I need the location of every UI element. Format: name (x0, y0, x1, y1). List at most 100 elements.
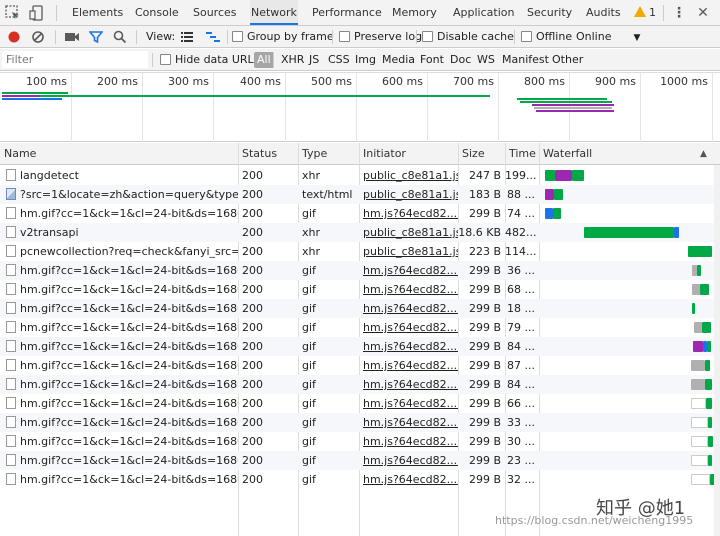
tab-application[interactable]: Application (452, 0, 515, 25)
tab-network[interactable]: Network (250, 0, 298, 25)
cell-initiator[interactable]: hm.js?64ecd82...:21 (359, 356, 458, 375)
table-row[interactable]: hm.gif?cc=1&ck=1&cl=24-bit&ds=1680x1... 2… (0, 280, 720, 299)
cell-initiator[interactable]: hm.js?64ecd82...:21 (359, 204, 458, 223)
table-row[interactable]: hm.gif?cc=1&ck=1&cl=24-bit&ds=1680x1... 2… (0, 394, 720, 413)
filter-icon[interactable] (88, 30, 104, 46)
offline-checkbox[interactable]: Offline (521, 29, 572, 45)
cell-initiator[interactable]: public_c8e81a1.js... (359, 223, 458, 242)
tab-audits[interactable]: Audits (585, 0, 622, 25)
column-header-waterfall[interactable]: Waterfall (539, 143, 714, 165)
waterfall-view-icon[interactable] (205, 30, 221, 46)
tab-elements[interactable]: Elements (71, 0, 124, 25)
overview-time-label: 200 ms (97, 75, 138, 88)
preserve-log-checkbox[interactable]: Preserve log (339, 29, 422, 45)
filter-type-ws[interactable]: WS (477, 52, 495, 68)
table-row[interactable]: langdetect 200 xhr public_c8e81a1.js... 247 … (0, 166, 720, 185)
document-file-icon (6, 169, 16, 181)
device-toolbar-icon[interactable] (28, 4, 46, 22)
cell-type: gif (302, 264, 316, 277)
table-row[interactable]: hm.gif?cc=1&ck=1&cl=24-bit&ds=1680x1... 2… (0, 261, 720, 280)
table-row[interactable]: hm.gif?cc=1&ck=1&cl=24-bit&ds=1680x1... 2… (0, 337, 720, 356)
record-icon[interactable] (7, 30, 21, 46)
cell-initiator[interactable]: hm.js?64ecd82...:21 (359, 470, 458, 489)
column-header-initiator[interactable]: Initiator (359, 143, 458, 165)
filter-type-js[interactable]: JS (309, 52, 319, 68)
throttling-select[interactable]: Online ▼ (576, 29, 640, 45)
tab-performance[interactable]: Performance (311, 0, 383, 25)
timeline-overview[interactable]: 100 ms 200 ms 300 ms 400 ms 500 ms 600 ms 700 … (0, 72, 720, 142)
screenshot-camera-icon[interactable] (64, 30, 80, 46)
cell-initiator[interactable]: hm.js?64ecd82...:21 (359, 318, 458, 337)
document-file-icon (6, 321, 16, 333)
column-header-name[interactable]: Name (0, 143, 238, 165)
clear-icon[interactable] (31, 30, 45, 46)
cell-initiator[interactable]: hm.js?64ecd82...:21 (359, 280, 458, 299)
table-row[interactable]: hm.gif?cc=1&ck=1&cl=24-bit&ds=1680x1... 2… (0, 432, 720, 451)
hide-data-urls-checkbox[interactable]: Hide data URLs (160, 52, 259, 68)
cell-initiator[interactable]: public_c8e81a1.js... (359, 185, 458, 204)
cell-initiator[interactable]: hm.js?64ecd82...:21 (359, 451, 458, 470)
inspect-element-icon[interactable] (4, 4, 22, 22)
filter-input[interactable] (2, 51, 148, 68)
tab-security[interactable]: Security (526, 0, 573, 25)
cell-status: 200 (242, 245, 263, 258)
table-row[interactable]: pcnewcollection?req=check&fanyi_src=hell… (0, 242, 720, 261)
filter-type-all[interactable]: All (254, 52, 274, 68)
tab-memory[interactable]: Memory (391, 0, 438, 25)
cell-size: 183 B (468, 188, 501, 201)
cell-initiator[interactable]: hm.js?64ecd82...:21 (359, 261, 458, 280)
table-row[interactable]: hm.gif?cc=1&ck=1&cl=24-bit&ds=1680x1... 2… (0, 413, 720, 432)
cell-status: 200 (242, 435, 263, 448)
close-icon[interactable]: ✕ (694, 4, 712, 22)
sort-ascending-icon[interactable]: ▲ (700, 143, 707, 165)
table-row[interactable]: hm.gif?cc=1&ck=1&cl=24-bit&ds=1680x1... 2… (0, 204, 720, 223)
cell-initiator[interactable]: hm.js?64ecd82...:21 (359, 394, 458, 413)
cell-type: gif (302, 416, 316, 429)
waterfall-bar (545, 189, 554, 200)
column-header-size[interactable]: Size (458, 143, 505, 165)
tab-sources[interactable]: Sources (192, 0, 238, 25)
filter-type-manifest[interactable]: Manifest (502, 52, 549, 68)
table-row[interactable]: hm.gif?cc=1&ck=1&cl=24-bit&ds=1680x1... 2… (0, 299, 720, 318)
table-row[interactable]: v2transapi 200 xhr public_c8e81a1.js...18.6… (0, 223, 720, 242)
cell-initiator[interactable]: hm.js?64ecd82...:21 (359, 413, 458, 432)
column-header-status[interactable]: Status (238, 143, 298, 165)
search-icon[interactable] (113, 30, 127, 46)
waterfall-bar (691, 398, 706, 409)
cell-initiator[interactable]: public_c8e81a1.js... (359, 242, 458, 261)
cell-initiator[interactable]: hm.js?64ecd82...:21 (359, 432, 458, 451)
request-name: hm.gif?cc=1&ck=1&cl=24-bit&ds=1680x1... (20, 473, 238, 486)
cell-initiator[interactable]: public_c8e81a1.js... (359, 166, 458, 185)
large-rows-icon[interactable] (180, 30, 194, 46)
table-row[interactable]: hm.gif?cc=1&ck=1&cl=24-bit&ds=1680x1... 2… (0, 375, 720, 394)
cell-initiator[interactable]: hm.js?64ecd82...:21 (359, 337, 458, 356)
waterfall-bar (707, 341, 711, 352)
filter-type-img[interactable]: Img (355, 52, 376, 68)
disable-cache-checkbox[interactable]: Disable cache (422, 29, 514, 45)
filter-type-xhr[interactable]: XHR (281, 52, 304, 68)
vertical-scrollbar[interactable] (714, 165, 720, 536)
more-options-icon[interactable]: ⋮ (670, 4, 688, 22)
filter-divider (152, 53, 153, 67)
filter-type-font[interactable]: Font (420, 52, 444, 68)
filter-type-css[interactable]: CSS (328, 52, 350, 68)
column-header-time[interactable]: Time (505, 143, 539, 165)
warning-indicator[interactable]: 1 (634, 0, 656, 25)
table-row[interactable]: hm.gif?cc=1&ck=1&cl=24-bit&ds=1680x1... 2… (0, 470, 720, 489)
group-by-frame-checkbox[interactable]: Group by frame (232, 29, 334, 45)
table-row[interactable]: hm.gif?cc=1&ck=1&cl=24-bit&ds=1680x1... 2… (0, 356, 720, 375)
cell-time: 23 ... (507, 454, 535, 467)
filter-type-doc[interactable]: Doc (450, 52, 471, 68)
table-row[interactable]: hm.gif?cc=1&ck=1&cl=24-bit&ds=1680x1... 2… (0, 318, 720, 337)
overview-time-label: 700 ms (453, 75, 494, 88)
waterfall-bar (691, 474, 710, 485)
cell-initiator[interactable]: hm.js?64ecd82...:21 (359, 299, 458, 318)
column-header-type[interactable]: Type (298, 143, 359, 165)
table-row[interactable]: ?src=1&locate=zh&action=query&type=1... 2… (0, 185, 720, 204)
filter-type-media[interactable]: Media (382, 52, 415, 68)
table-row[interactable]: hm.gif?cc=1&ck=1&cl=24-bit&ds=1680x1... 2… (0, 451, 720, 470)
tab-console[interactable]: Console (134, 0, 180, 25)
cell-initiator[interactable]: hm.js?64ecd82...:21 (359, 375, 458, 394)
checkbox-box (422, 31, 433, 42)
filter-type-other[interactable]: Other (552, 52, 583, 68)
